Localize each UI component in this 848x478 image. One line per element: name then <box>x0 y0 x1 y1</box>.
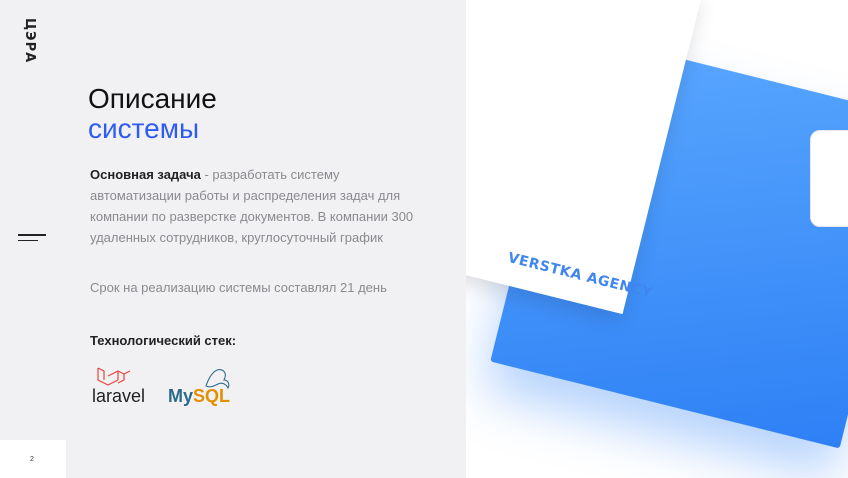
logo[interactable]: ЦЭРА <box>22 18 38 68</box>
laravel-logo: laravel <box>92 366 152 406</box>
mysql-wordmark: MySQL <box>168 386 230 407</box>
stack-title: Технологический стек: <box>90 333 237 348</box>
logo-text: ЦЭРА <box>22 18 37 64</box>
menu-icon[interactable] <box>18 234 46 244</box>
description: Основная задача - разработать систему ав… <box>90 164 420 248</box>
title-line-2: системы <box>88 113 200 144</box>
title-line-1: Описание <box>88 83 217 114</box>
page-number: 2 <box>30 456 34 463</box>
hero-image: VERSTKA AGENCY <box>466 0 848 478</box>
mysql-sql: SQL <box>193 386 231 406</box>
page-title: Описание системы <box>88 84 217 144</box>
laravel-wordmark: laravel <box>92 386 146 406</box>
left-panel: ЦЭРА Описание системы Основная задача - … <box>0 0 466 478</box>
mysql-my: My <box>168 386 194 406</box>
card-shape <box>810 130 848 227</box>
mysql-logo: MySQL <box>168 366 234 406</box>
description-bold: Основная задача <box>90 167 201 182</box>
deadline-text: Срок на реализацию системы составлял 21 … <box>90 280 387 295</box>
laravel-icon <box>97 367 131 386</box>
